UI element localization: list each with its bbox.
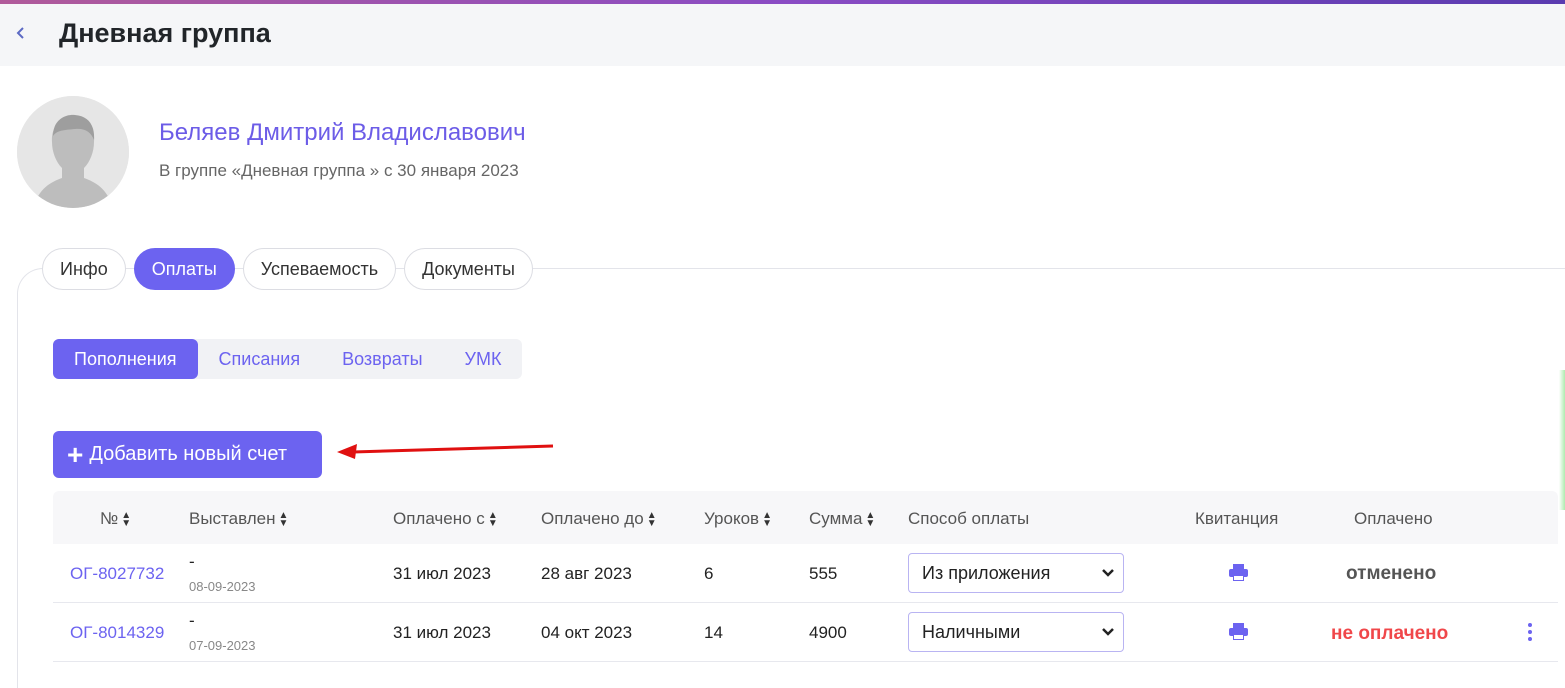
sort-icon: ▲ ▼ <box>646 509 657 529</box>
status-badge: отменено <box>1346 563 1437 584</box>
header-sum[interactable]: Сумма ▲ ▼ <box>809 509 875 529</box>
chevron-down-icon <box>1102 569 1114 577</box>
subtab-charges[interactable]: Списания <box>198 339 322 379</box>
sort-icon: ▲ ▼ <box>121 509 132 529</box>
header-issued[interactable]: Выставлен ▲ ▼ <box>189 509 288 529</box>
annotation-arrow-icon <box>337 444 554 459</box>
table-header: № ▲ ▼ Выставлен ▲ ▼ Оплачено с ▲ ▼ Оплачено до… <box>53 491 1558 544</box>
printer-icon[interactable] <box>1229 564 1248 581</box>
avatar <box>17 96 129 208</box>
tab-progress[interactable]: Успеваемость <box>242 248 397 290</box>
printer-icon[interactable] <box>1229 623 1248 640</box>
paid-to: 04 окт 2023 <box>541 623 633 642</box>
lessons-count: 14 <box>704 623 723 642</box>
plus-icon: + <box>67 438 84 470</box>
table-row: ОГ-8027732 - 08-09-2023 31 июл 2023 28 а… <box>53 544 1558 603</box>
issued-value: - <box>189 552 195 571</box>
student-name[interactable]: Беляев Дмитрий Владиславович <box>159 119 526 147</box>
payment-method-value: Из приложения <box>922 562 1051 583</box>
sort-icon: ▲ ▼ <box>865 509 876 529</box>
payment-method-select[interactable]: Наличными <box>908 612 1124 652</box>
header-paid-to[interactable]: Оплачено до ▲ ▼ <box>541 509 657 529</box>
page-header: Дневная группа <box>0 4 1565 66</box>
add-invoice-label: Добавить новый счет <box>89 443 288 465</box>
header-receipt: Квитанция <box>1195 509 1279 528</box>
page-title: Дневная группа <box>59 18 271 48</box>
payment-method-select[interactable]: Из приложения <box>908 553 1124 593</box>
invoice-number-link[interactable]: ОГ-8027732 <box>70 564 164 584</box>
issued-value: - <box>189 611 195 630</box>
header-paid-from[interactable]: Оплачено с ▲ ▼ <box>393 509 498 529</box>
back-button[interactable] <box>14 22 32 46</box>
sort-icon: ▲ ▼ <box>487 509 498 529</box>
paid-from: 31 июл 2023 <box>393 623 491 642</box>
sort-icon: ▲ ▼ <box>278 509 289 529</box>
header-paid: Оплачено <box>1354 509 1433 528</box>
scroll-edge-indicator <box>1559 370 1565 510</box>
sum-value: 4900 <box>809 623 847 642</box>
chevron-left-icon <box>16 27 24 39</box>
subtab-topups[interactable]: Пополнения <box>53 339 198 379</box>
issued-date: 07-09-2023 <box>189 638 256 653</box>
subtab-refunds[interactable]: Возвраты <box>321 339 443 379</box>
lessons-count: 6 <box>704 564 714 583</box>
table-row: ОГ-8014329 - 07-09-2023 31 июл 2023 04 о… <box>53 603 1558 662</box>
header-method: Способ оплаты <box>908 509 1030 528</box>
tab-payments[interactable]: Оплаты <box>133 248 235 290</box>
add-invoice-button[interactable]: + Добавить новый счет <box>53 431 322 478</box>
sort-icon: ▲ ▼ <box>762 509 772 529</box>
status-badge: не оплачено <box>1331 623 1449 644</box>
subtab-umk[interactable]: УМК <box>444 339 523 379</box>
main-tabs: Инфо Оплаты Успеваемость Документы <box>42 248 533 290</box>
chevron-down-icon <box>1102 628 1114 636</box>
issued-date: 08-09-2023 <box>189 579 256 594</box>
invoices-table: № ▲ ▼ Выставлен ▲ ▼ Оплачено с ▲ ▼ Оплачено до… <box>53 491 1558 662</box>
header-number[interactable]: № ▲ ▼ <box>100 509 131 529</box>
paid-from: 31 июл 2023 <box>393 564 491 583</box>
more-options-icon[interactable] <box>1525 623 1535 644</box>
invoice-number-link[interactable]: ОГ-8014329 <box>70 623 164 643</box>
payment-subtabs: Пополнения Списания Возвраты УМК <box>53 339 523 379</box>
paid-to: 28 авг 2023 <box>541 564 632 583</box>
sum-value: 555 <box>809 564 838 583</box>
tab-info[interactable]: Инфо <box>42 248 126 290</box>
student-group-info: В группе «Дневная группа » с 30 января 2… <box>159 161 519 180</box>
tab-documents[interactable]: Документы <box>404 248 533 290</box>
payment-method-value: Наличными <box>922 621 1021 642</box>
header-lessons[interactable]: Уроков ▲ ▼ <box>704 509 772 529</box>
